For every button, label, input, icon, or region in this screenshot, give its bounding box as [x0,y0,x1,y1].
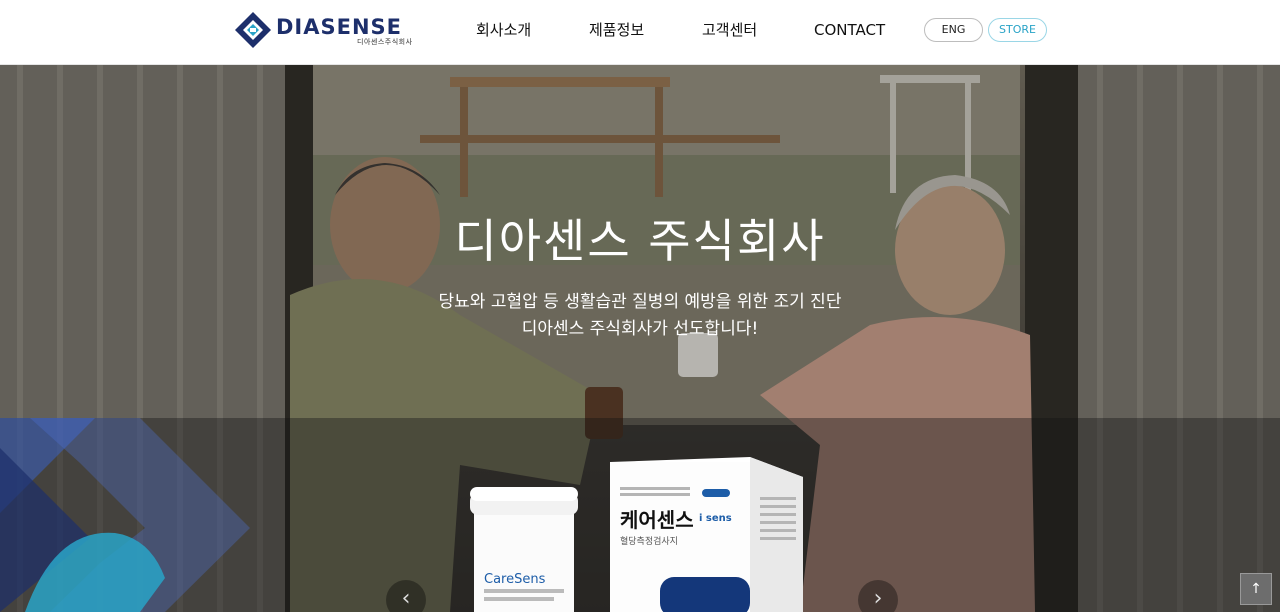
hero-title: 디아센스 주식회사 [454,214,826,268]
site-header: DIASENSE 디아센스주식회사 회사소개 제품정보 고객센터 CONTACT… [0,0,1280,65]
nav-item-support[interactable]: 고객센터 [702,20,757,40]
box-brand: i sens [699,513,732,524]
brand-name: DIASENSE [276,15,403,39]
chevron-left-icon: ‹ [401,586,411,611]
hero-subtitle-line1: 당뇨와 고혈압 등 생활습관 질병의 예방을 위한 조기 진단 [438,292,842,312]
chevron-right-icon: › [873,586,883,611]
hero-subtitle: 당뇨와 고혈압 등 생활습관 질병의 예방을 위한 조기 진단 디아센스 주식회… [0,289,1280,343]
brand-subtitle: 디아센스주식회사 [357,38,413,46]
nav-item-company[interactable]: 회사소개 [476,20,531,40]
slider-prev-button[interactable]: ‹ [386,580,426,612]
slider-next-button[interactable]: › [858,580,898,612]
brand-logo[interactable]: DIASENSE 디아센스주식회사 [235,11,415,48]
nav-item-contact[interactable]: CONTACT [814,20,885,40]
decorative-diamond-shapes [0,418,250,612]
nav-item-products[interactable]: 제품정보 [589,20,644,40]
box-subtitle: 혈당측정검사지 [620,535,678,547]
box-title: 케어센스 [620,508,694,532]
product-images: CareSens 케어센스 혈당측정검사지 i sens [470,457,803,612]
bottle-label: CareSens [484,572,546,587]
hero-subtitle-line2: 디아센스 주식회사가 선도합니다! [521,319,759,339]
scroll-to-top-button[interactable]: ↑ [1240,573,1272,605]
arrow-up-icon: ↑ [1250,581,1262,597]
hero-banner: CareSens 케어센스 혈당측정검사지 i sens 디아센스 주식회사 당… [0,65,1280,612]
language-button[interactable]: ENG [924,18,983,42]
diasense-logo-icon [235,12,271,48]
store-button[interactable]: STORE [988,18,1047,42]
